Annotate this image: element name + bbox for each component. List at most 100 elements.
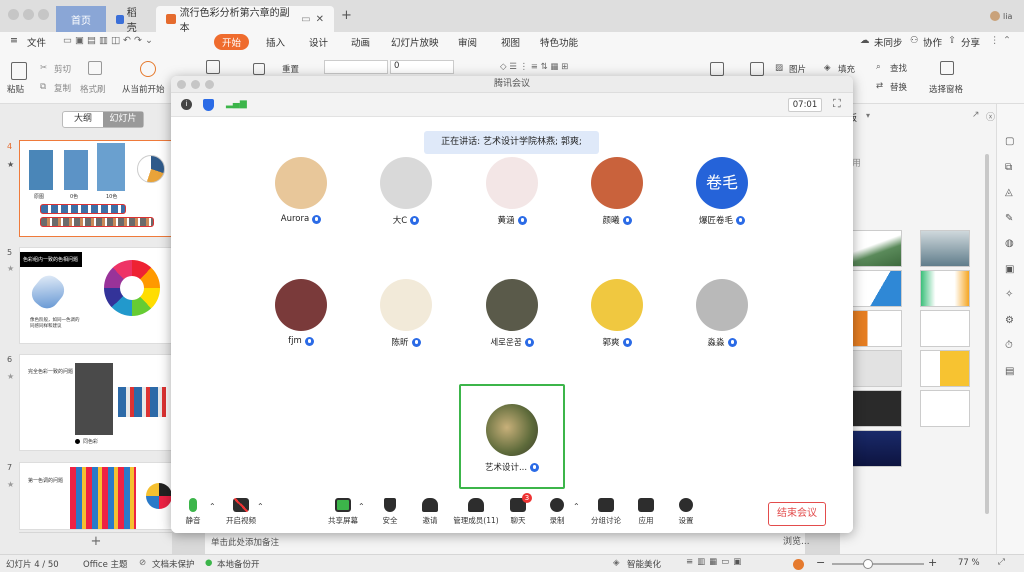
template-thumb[interactable] [852, 270, 902, 307]
menu-review[interactable]: 审阅 [458, 35, 477, 49]
menu-view[interactable]: 视图 [501, 35, 520, 49]
menu-start[interactable]: 开始 [214, 34, 250, 50]
zoom-window-button[interactable] [205, 80, 214, 89]
avatar[interactable] [990, 11, 1000, 21]
close-window-button[interactable] [177, 80, 186, 89]
participant-tile[interactable]: 淼淼 [682, 279, 762, 348]
hamburger-icon[interactable]: ≡ [10, 35, 18, 46]
template-thumb[interactable] [920, 310, 970, 347]
pane-scrollbar[interactable] [985, 154, 989, 514]
format-painter-button[interactable]: 格式刷 [80, 83, 106, 95]
selection-pane-button[interactable]: 选择窗格 [929, 83, 963, 95]
manage-members-button[interactable]: 管理成员(11) [451, 498, 501, 526]
menu-insert[interactable]: 插入 [266, 35, 285, 49]
format-tools-icons[interactable]: ◇ ☰ ⋮ ≡ ⇅ ▦ ⊞ [500, 62, 568, 72]
chevron-up-icon[interactable]: ⌃ [573, 502, 580, 511]
menu-features[interactable]: 特色功能 [540, 35, 578, 49]
menu-share[interactable]: 分享 [961, 35, 980, 49]
font-size-select[interactable]: 0 [390, 60, 454, 74]
template-thumb[interactable] [920, 350, 970, 387]
backup-status[interactable]: 本地备份开 [217, 558, 260, 570]
minimize-window-button[interactable] [191, 80, 200, 89]
close-pane-icon[interactable]: ⓧ [986, 110, 995, 123]
chevron-up-icon[interactable]: ⌃ [358, 502, 365, 511]
fill-button[interactable]: 填充 [838, 63, 855, 75]
more-icon[interactable]: ⋮ [990, 35, 1000, 46]
close-tab-icon[interactable]: ✕ [316, 14, 324, 25]
paste-button[interactable]: 粘贴 [7, 83, 24, 95]
tab-slides[interactable]: 幻灯片 [103, 112, 143, 127]
right-toolbar-icons[interactable]: ▢ ⧉ ◬ ✎ ◍ ▣ ✧ ⚙ ⏱ ▤ [1005, 129, 1014, 384]
close-window-button[interactable] [8, 9, 19, 20]
dropdown-icon[interactable]: ▾ [866, 111, 870, 120]
menu-slideshow[interactable]: 幻灯片放映 [391, 35, 439, 49]
participant-tile[interactable]: 颜曦 [577, 157, 657, 226]
menu-animation[interactable]: 动画 [351, 35, 370, 49]
shield-icon[interactable] [203, 99, 214, 111]
tab-outline[interactable]: 大纲 [63, 112, 103, 127]
chat-button[interactable]: 聊天 3 [496, 493, 540, 526]
menu-sync[interactable]: 未同步 [874, 35, 903, 49]
template-thumb[interactable] [920, 270, 970, 307]
security-button[interactable]: 安全 [368, 498, 412, 526]
template-thumb[interactable] [852, 390, 902, 427]
view-mode-icons[interactable]: ≡▥▦▭▣ [686, 557, 745, 567]
minimize-window-button[interactable] [23, 9, 34, 20]
tab-home[interactable]: 首页 [56, 6, 106, 32]
template-thumb[interactable] [920, 230, 970, 267]
add-slide-button[interactable]: + [19, 532, 173, 552]
participant-tile[interactable]: 卷毛 爆匠卷毛 [682, 157, 762, 226]
participant-tile[interactable]: 세로운꿈 [472, 279, 552, 348]
settings-button[interactable]: 设置 [664, 498, 708, 526]
template-thumb[interactable] [920, 390, 970, 427]
tab-daoke[interactable]: 稻壳 [106, 6, 154, 34]
reset-button[interactable]: 重置 [282, 63, 299, 75]
participant-tile[interactable]: 黄涵 [472, 157, 552, 226]
slide-thumbnail-5[interactable]: 色彩组内一致的色相问题 像色阶般，如同一色调的同感同样和建议 [19, 247, 173, 344]
theme-indicator[interactable]: Office 主题 [83, 558, 128, 570]
new-slide-icon[interactable] [206, 60, 220, 74]
find-button[interactable]: 查找 [890, 62, 907, 74]
template-thumb[interactable] [852, 230, 902, 267]
participant-tile[interactable]: Aurora [261, 157, 341, 224]
zoom-slider[interactable] [832, 563, 924, 565]
protect-status[interactable]: 文档未保护 [152, 558, 195, 570]
copy-button[interactable]: 复制 [54, 82, 71, 94]
layout-icon[interactable] [253, 63, 265, 75]
zoom-window-button[interactable] [38, 9, 49, 20]
zoom-slider-handle[interactable] [863, 559, 873, 569]
menu-collab[interactable]: 协作 [923, 35, 942, 49]
chevron-up-icon[interactable]: ⌃ [257, 502, 264, 511]
paste-icon[interactable] [11, 62, 27, 80]
fit-window-icon[interactable]: ⤢ [998, 557, 1005, 567]
picture-button[interactable]: 图片 [789, 63, 806, 75]
self-video-tile[interactable]: 艺术设计... [459, 384, 565, 489]
slide-thumbnail-6[interactable]: 完全色彩一致的问题 同色彩 [19, 354, 173, 451]
template-thumb[interactable] [852, 350, 902, 387]
participant-tile[interactable]: 陈昕 [366, 279, 446, 348]
from-current-button[interactable]: 从当前开始 [122, 83, 165, 95]
shape-icon[interactable] [750, 62, 764, 76]
slide-thumbnail-7[interactable]: 第一色调的问题 [19, 462, 173, 530]
tab-document[interactable]: 流行色彩分析第六章的副本 ▭ ✕ [156, 6, 334, 34]
menu-design[interactable]: 设计 [309, 35, 328, 49]
zoom-out-button[interactable]: − [816, 556, 825, 569]
slide-thumbnail-4[interactable]: 原图 0色 10色 [19, 140, 173, 237]
participant-tile[interactable]: 郭爽 [577, 279, 657, 348]
signal-icon[interactable]: ▂▄▆ [226, 99, 247, 109]
quick-access-icons[interactable]: ▭ ▣ ▤ ▥ ◫ ↶ ↷ ⌄ [63, 35, 153, 46]
breakout-button[interactable]: 分组讨论 [584, 498, 628, 526]
template-thumb[interactable] [852, 430, 902, 467]
play-icon[interactable] [793, 559, 804, 570]
template-thumb[interactable] [852, 310, 902, 347]
font-family-select[interactable] [324, 60, 388, 74]
info-icon[interactable]: i [181, 99, 192, 110]
end-meeting-button[interactable]: 结束会议 [768, 502, 826, 526]
participant-tile[interactable]: 大C [366, 157, 446, 226]
chevron-up-icon[interactable]: ⌃ [209, 502, 216, 511]
zoom-level[interactable]: 77 % [958, 558, 980, 568]
cut-button[interactable]: 剪切 [54, 63, 71, 75]
textbox-icon[interactable] [710, 62, 724, 76]
pin-icon[interactable]: ↗ [972, 110, 980, 120]
participant-tile[interactable]: fjm [261, 279, 341, 346]
